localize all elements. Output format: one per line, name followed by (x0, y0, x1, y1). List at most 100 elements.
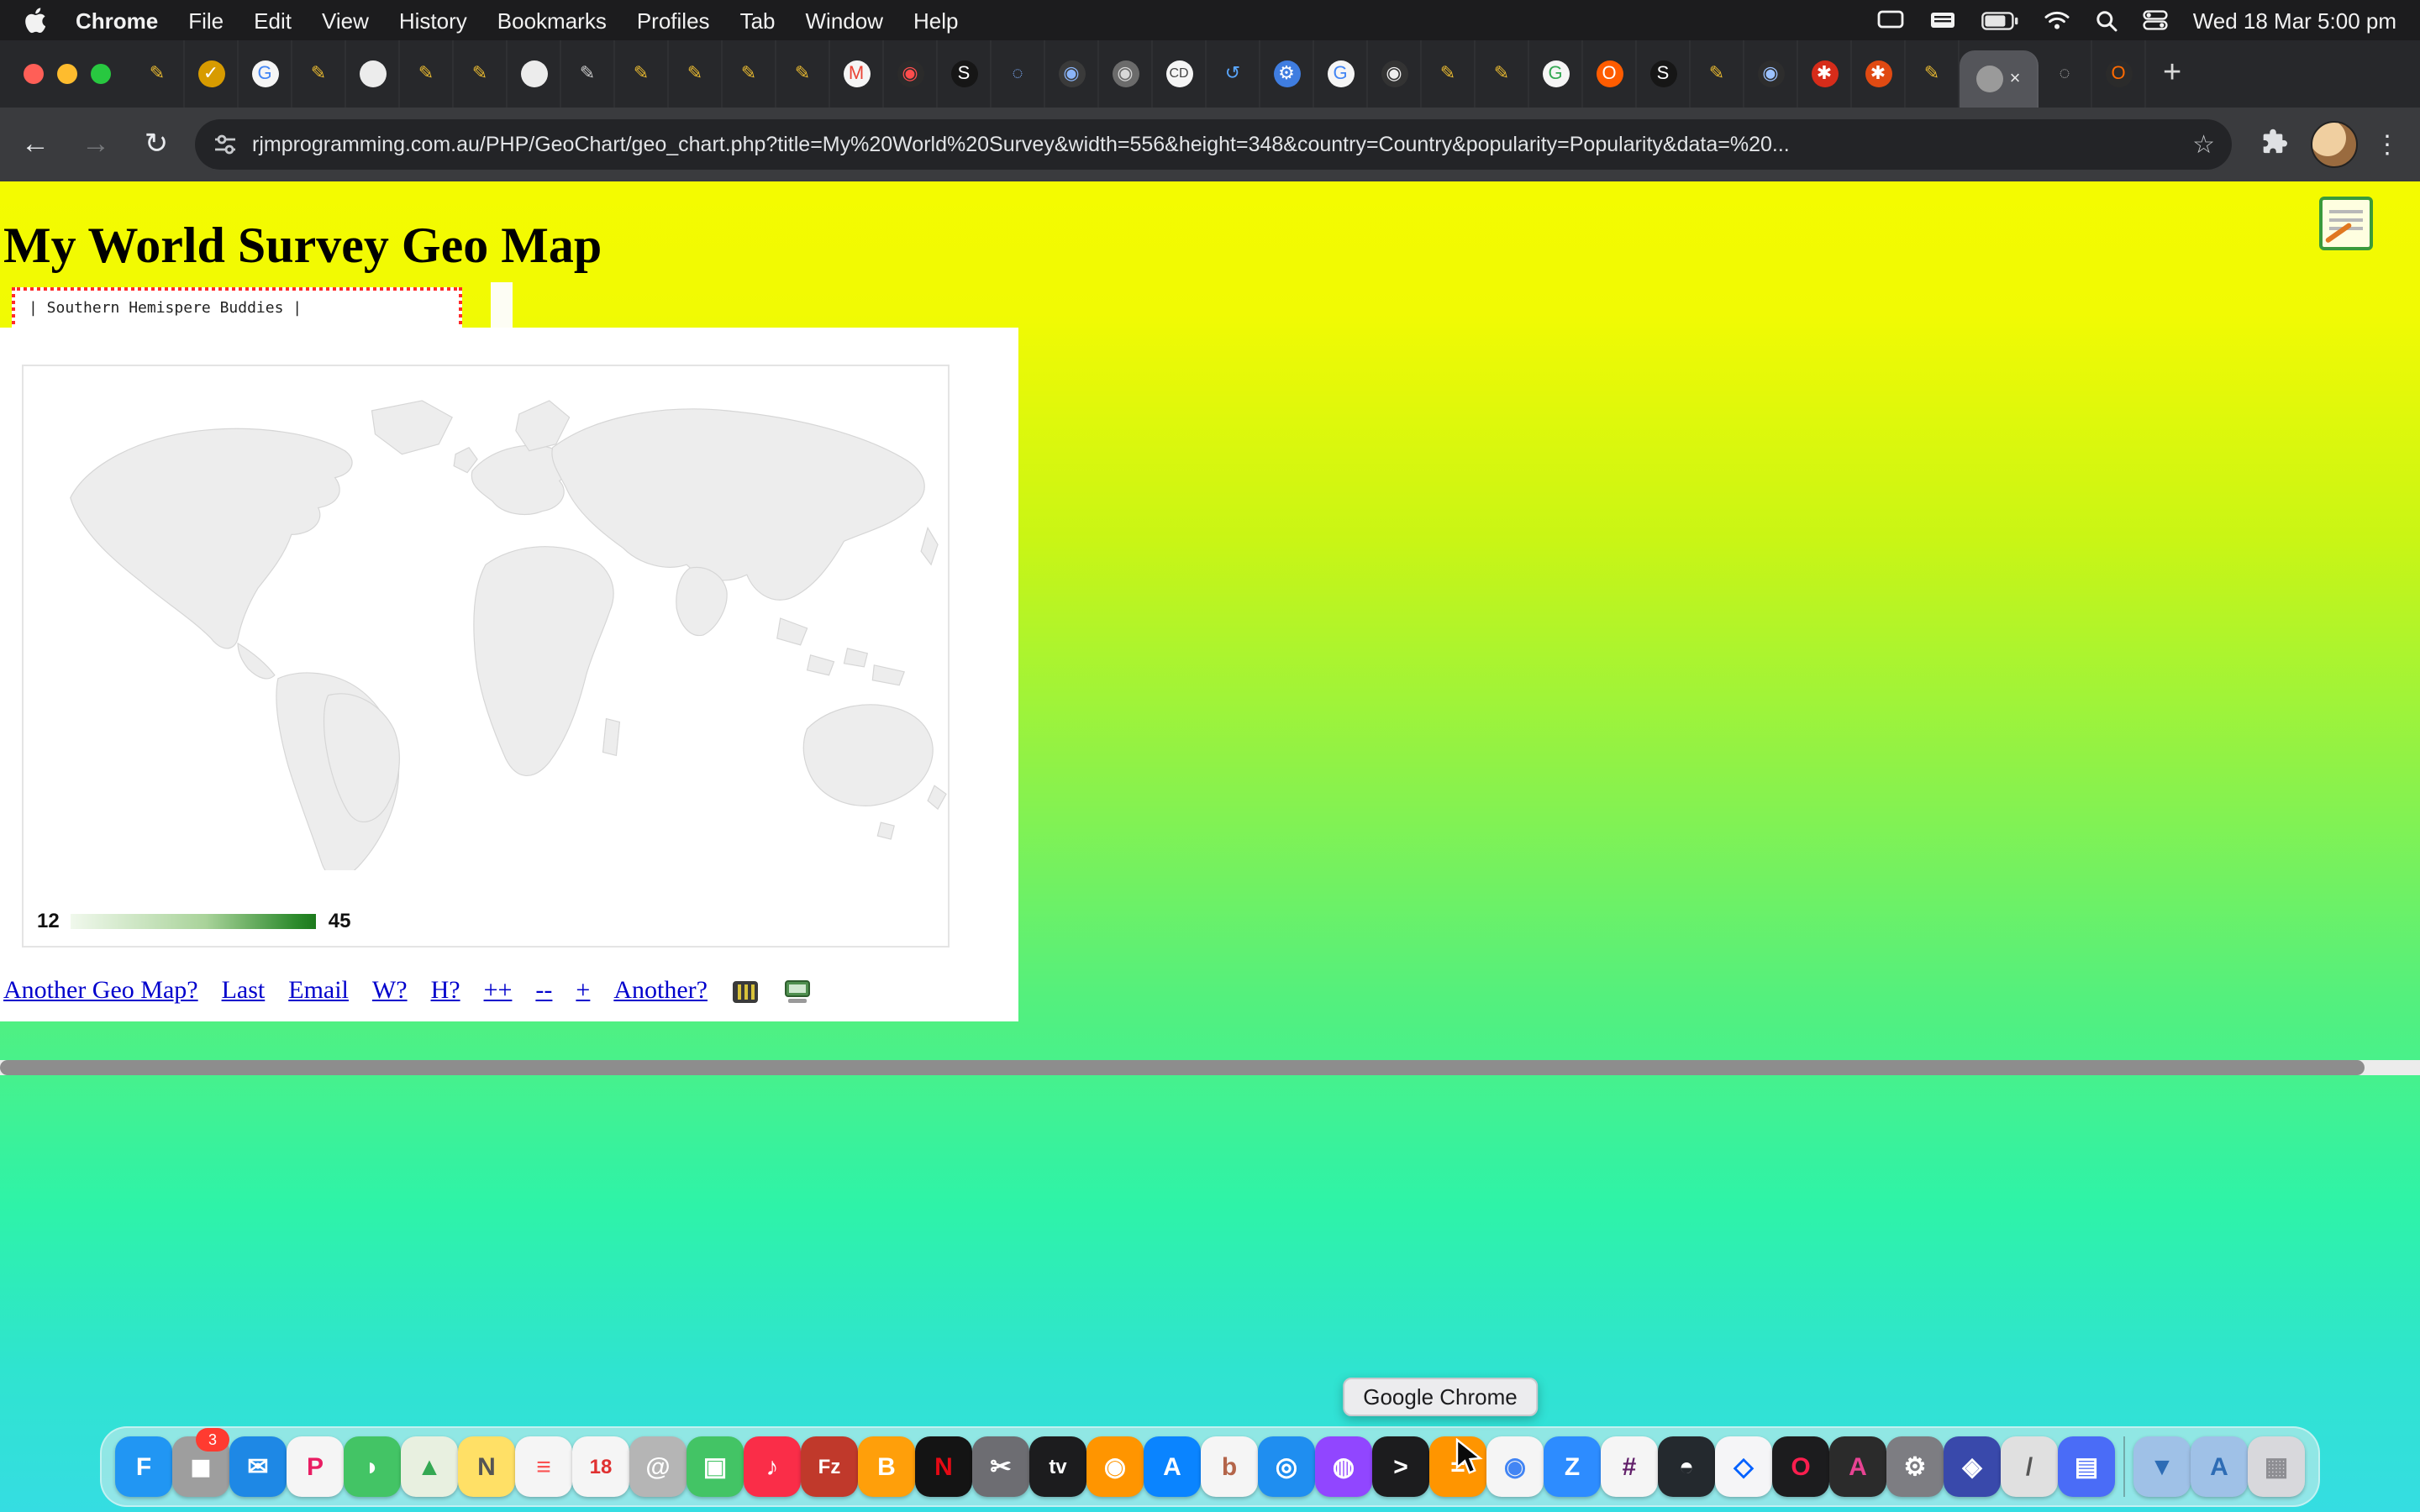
link-[interactable]: -- (535, 978, 552, 1006)
tab[interactable]: S (1637, 40, 1691, 108)
tab[interactable]: ◉ (1368, 40, 1422, 108)
link-w[interactable]: W? (372, 978, 408, 1006)
tab-active[interactable]: × (1960, 50, 2039, 108)
tab[interactable]: ✎ (669, 40, 723, 108)
close-window-button[interactable] (24, 64, 44, 84)
dock-podcasts[interactable]: ◍ (1315, 1428, 1372, 1505)
dock-tv[interactable]: tv (1029, 1428, 1086, 1505)
country-asia[interactable] (552, 409, 924, 600)
computer-icon[interactable] (783, 979, 812, 1005)
dock-mail[interactable]: ✉ (229, 1428, 287, 1505)
dock-messages[interactable]: ◗ (344, 1428, 401, 1505)
country-africa[interactable] (474, 547, 613, 776)
dock-books[interactable]: B (858, 1428, 915, 1505)
tab[interactable] (508, 40, 561, 108)
link-another[interactable]: Another? (613, 978, 708, 1006)
dock-slack[interactable]: # (1601, 1428, 1658, 1505)
country-se-asia-1[interactable] (777, 618, 808, 645)
bookmark-star-icon[interactable]: ☆ (2192, 129, 2215, 160)
tab[interactable]: ✎ (131, 40, 185, 108)
dock-vmware[interactable]: ◈ (1944, 1428, 2001, 1505)
keyboard-icon[interactable] (1929, 10, 1956, 30)
tab[interactable]: ✎ (400, 40, 454, 108)
dock-notes[interactable]: N (458, 1428, 515, 1505)
dock-launchpad[interactable]: ◼3 (172, 1428, 229, 1505)
dock-facetime[interactable]: ▣ (687, 1428, 744, 1505)
tab[interactable]: ✎ (776, 40, 830, 108)
new-tab-button[interactable]: + (2146, 55, 2198, 92)
menu-view[interactable]: View (322, 8, 369, 33)
menu-profiles[interactable]: Profiles (637, 8, 710, 33)
levels-icon[interactable] (731, 979, 760, 1005)
dock-calculator[interactable]: = (1429, 1428, 1486, 1505)
dock-firefox[interactable]: ◉ (1086, 1428, 1144, 1505)
tab[interactable]: O (2092, 40, 2146, 108)
dock-photos[interactable]: P (287, 1428, 344, 1505)
control-center-icon[interactable] (2143, 10, 2168, 30)
profile-avatar[interactable] (2311, 121, 2358, 168)
country-se-asia-2[interactable] (808, 655, 834, 675)
dock-utilities[interactable]: ✂ (972, 1428, 1029, 1505)
minimize-window-button[interactable] (57, 64, 77, 84)
country-australia[interactable] (803, 705, 933, 806)
tab[interactable]: ✓ (185, 40, 239, 108)
dock-google-chrome[interactable]: ◉ (1486, 1428, 1544, 1505)
tab[interactable]: ✎ (1422, 40, 1476, 108)
dock-github[interactable]: ◓ (1658, 1428, 1715, 1505)
menubar-clock[interactable]: Wed 18 Mar 5:00 pm (2193, 8, 2396, 33)
spotlight-icon[interactable] (2096, 9, 2118, 31)
url-text[interactable]: rjmprogramming.com.au/PHP/GeoChart/geo_c… (252, 133, 2179, 156)
dock-contacts[interactable]: @ (629, 1428, 687, 1505)
menu-history[interactable]: History (399, 8, 467, 33)
screen-mirroring-icon[interactable] (1877, 10, 1904, 30)
browser-menu-icon[interactable]: ⋮ (2371, 129, 2420, 160)
apple-menu-icon[interactable] (24, 7, 45, 34)
tab[interactable]: S (938, 40, 992, 108)
dock-maps[interactable]: ▲ (401, 1428, 458, 1505)
country-se-asia-4[interactable] (872, 665, 904, 685)
dock-bear[interactable]: b (1201, 1428, 1258, 1505)
tab[interactable] (346, 40, 400, 108)
tab[interactable]: ✎ (1906, 40, 1960, 108)
dock-paint[interactable]: / (2001, 1428, 2058, 1505)
dock-finder[interactable]: F (115, 1428, 172, 1505)
country-central-america[interactable] (238, 643, 275, 679)
menu-help[interactable]: Help (913, 8, 959, 33)
tab[interactable]: ↺ (1207, 40, 1260, 108)
country-north-america[interactable] (71, 428, 352, 648)
wifi-icon[interactable] (2044, 10, 2070, 30)
battery-icon[interactable] (1981, 11, 2018, 29)
tab[interactable]: ✎ (1691, 40, 1744, 108)
horizontal-scrollbar-thumb[interactable] (0, 1060, 2365, 1075)
dock-netflix[interactable]: N (915, 1428, 972, 1505)
tab[interactable]: ✎ (561, 40, 615, 108)
site-settings-icon[interactable] (212, 131, 239, 158)
forward-button[interactable]: → (71, 119, 121, 170)
dock-trash[interactable]: ▦ (2248, 1428, 2305, 1505)
tab[interactable]: ◉ (1045, 40, 1099, 108)
zoom-window-button[interactable] (91, 64, 111, 84)
country-madagascar[interactable] (602, 719, 619, 756)
country-greenland[interactable] (371, 401, 452, 454)
dock-calendar[interactable]: 18 (572, 1428, 629, 1505)
dock-downloads-folder[interactable]: ▼ (2133, 1428, 2191, 1505)
country-japan[interactable] (921, 528, 938, 564)
tab[interactable]: ◉ (1744, 40, 1798, 108)
tab[interactable]: ◉ (884, 40, 938, 108)
tab[interactable]: G (1529, 40, 1583, 108)
country-new-zealand[interactable] (928, 785, 946, 809)
link-another-geo-map[interactable]: Another Geo Map? (3, 978, 198, 1006)
tab[interactable]: ✎ (292, 40, 346, 108)
dock-filezilla[interactable]: Fz (801, 1428, 858, 1505)
tab[interactable]: ✱ (1852, 40, 1906, 108)
tab-close-icon[interactable]: × (2010, 69, 2021, 89)
menu-bookmarks[interactable]: Bookmarks (497, 8, 607, 33)
link-[interactable]: + (576, 978, 590, 1006)
dock-affinity[interactable]: A (1829, 1428, 1886, 1505)
dock-remote-desktop[interactable]: ▤ (2058, 1428, 2115, 1505)
tab[interactable]: ◌ (992, 40, 1045, 108)
extensions-puzzle-icon[interactable] (2259, 126, 2287, 163)
tab[interactable]: G (239, 40, 292, 108)
back-button[interactable]: ← (10, 119, 60, 170)
tab[interactable]: ✎ (723, 40, 776, 108)
